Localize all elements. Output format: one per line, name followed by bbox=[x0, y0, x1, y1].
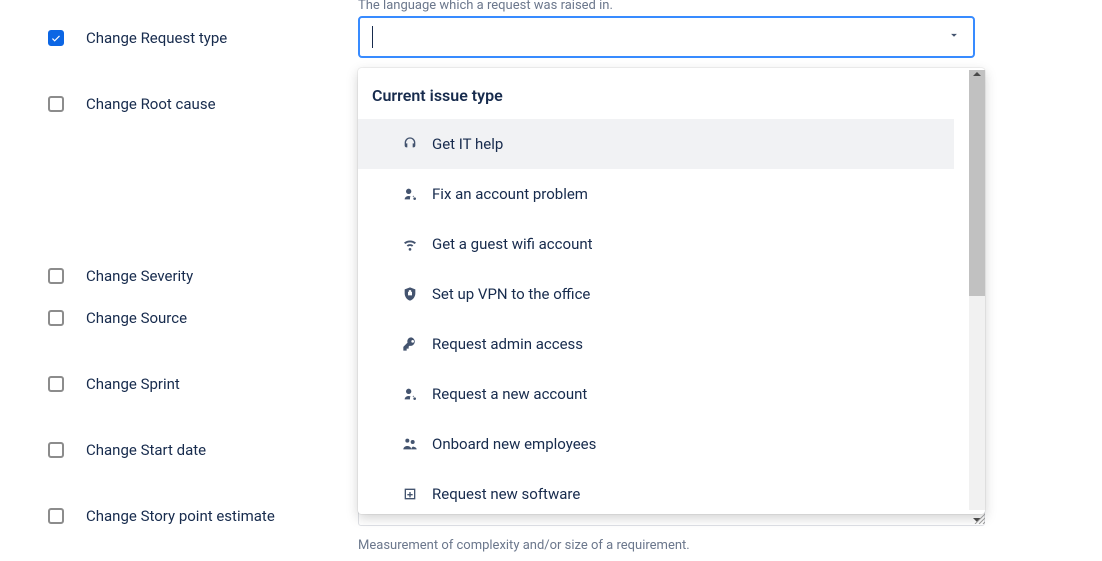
checkbox-row: Change Source bbox=[48, 306, 328, 330]
checkbox-label: Change Root cause bbox=[86, 95, 216, 113]
checkbox-label: Change Sprint bbox=[86, 375, 180, 393]
dropdown-item-label: Get IT help bbox=[432, 135, 503, 153]
wifi-icon bbox=[402, 236, 418, 252]
dropdown-item-new-software[interactable]: Request new software bbox=[358, 469, 954, 514]
field-help-language: The language which a request was raised … bbox=[358, 0, 613, 13]
checkbox-change-sprint[interactable] bbox=[48, 376, 64, 392]
person-gear-icon bbox=[402, 386, 418, 402]
checkbox-label: Change Story point estimate bbox=[86, 507, 275, 525]
person-gear-icon bbox=[402, 186, 418, 202]
checkbox-row: Change Request type bbox=[48, 26, 328, 50]
dropdown-item-label: Set up VPN to the office bbox=[432, 285, 590, 303]
checkbox-change-request-type[interactable] bbox=[48, 30, 64, 46]
people-icon bbox=[402, 436, 418, 452]
text-cursor bbox=[372, 26, 373, 48]
dropdown-section-header: Current issue type bbox=[358, 68, 954, 119]
checkbox-row: Change Root cause bbox=[48, 92, 328, 116]
field-help-story-points: Measurement of complexity and/or size of… bbox=[358, 538, 690, 553]
dropdown-item-label: Request a new account bbox=[432, 385, 587, 403]
dropdown-item-guest-wifi[interactable]: Get a guest wifi account bbox=[358, 219, 954, 269]
dropdown-item-onboard[interactable]: Onboard new employees bbox=[358, 419, 954, 469]
checkbox-change-severity[interactable] bbox=[48, 268, 64, 284]
key-icon bbox=[402, 336, 418, 352]
dropdown-item-label: Request new software bbox=[432, 485, 580, 503]
checkbox-label: Change Source bbox=[86, 309, 187, 327]
scroll-up-icon[interactable] bbox=[972, 67, 982, 77]
dropdown-item-label: Get a guest wifi account bbox=[432, 235, 593, 253]
chevron-down-icon bbox=[947, 28, 961, 46]
checkbox-label: Change Start date bbox=[86, 441, 206, 459]
check-icon bbox=[50, 32, 62, 44]
dropdown-item-label: Request admin access bbox=[432, 335, 583, 353]
dropdown-item-get-it-help[interactable]: Get IT help bbox=[358, 119, 954, 169]
checkbox-row: Change Severity bbox=[48, 264, 328, 288]
dropdown-item-label: Onboard new employees bbox=[432, 435, 596, 453]
dropdown-item-vpn[interactable]: Set up VPN to the office bbox=[358, 269, 954, 319]
dropdown-item-fix-account[interactable]: Fix an account problem bbox=[358, 169, 954, 219]
checkbox-change-story-point-estimate[interactable] bbox=[48, 508, 64, 524]
resize-handle-icon[interactable] bbox=[973, 512, 985, 524]
scrollbar-thumb[interactable] bbox=[969, 70, 985, 296]
checkbox-label: Change Request type bbox=[86, 29, 227, 47]
dropdown-item-admin-access[interactable]: Request admin access bbox=[358, 319, 954, 369]
checkbox-row: Change Start date bbox=[48, 438, 328, 462]
headset-icon bbox=[402, 136, 418, 152]
checkbox-change-start-date[interactable] bbox=[48, 442, 64, 458]
checkbox-row: Change Story point estimate bbox=[48, 504, 328, 528]
checkbox-change-source[interactable] bbox=[48, 310, 64, 326]
request-type-dropdown: Current issue type Get IT help Fix an ac… bbox=[358, 68, 985, 514]
checkbox-label: Change Severity bbox=[86, 267, 193, 285]
checkbox-change-root-cause[interactable] bbox=[48, 96, 64, 112]
dropdown-item-label: Fix an account problem bbox=[432, 185, 588, 203]
add-app-icon bbox=[402, 486, 418, 502]
dropdown-item-new-account[interactable]: Request a new account bbox=[358, 369, 954, 419]
shield-icon bbox=[402, 286, 418, 302]
request-type-select[interactable] bbox=[358, 16, 975, 58]
checkbox-row: Change Sprint bbox=[48, 372, 328, 396]
